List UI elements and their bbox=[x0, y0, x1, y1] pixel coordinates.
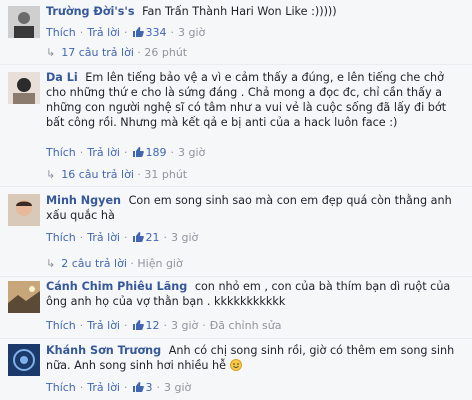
comment-time[interactable]: 3 giờ bbox=[164, 381, 191, 394]
divider bbox=[0, 186, 472, 187]
like-link[interactable]: Thích bbox=[46, 26, 76, 39]
thumbs-up-icon bbox=[132, 146, 144, 161]
divider bbox=[0, 64, 472, 65]
view-replies[interactable]: ↳ 17 câu trả lời · 26 phút bbox=[46, 46, 187, 59]
edited-label[interactable]: Đã chỉnh sửa bbox=[210, 319, 282, 332]
comment-time[interactable]: 3 giờ bbox=[171, 319, 198, 332]
like-count[interactable]: 3 bbox=[146, 381, 153, 394]
comment-actions: Thích · Trả lời · 12 · 3 giờ · Đã chỉnh sửa bbox=[46, 319, 282, 334]
reply-link[interactable]: Trả lời bbox=[87, 146, 120, 159]
avatar[interactable] bbox=[8, 6, 40, 38]
comment-actions: Thích · Trả lời · 334 · 3 giờ bbox=[46, 26, 206, 41]
comment-actions: Thích · Trả lời · 21 · 3 giờ bbox=[46, 231, 199, 246]
like-link[interactable]: Thích bbox=[46, 231, 76, 244]
comment-text: Fan Trấn Thành Hari Won Like :))))) bbox=[142, 5, 337, 18]
reply-link[interactable]: Trả lời bbox=[87, 231, 120, 244]
comment-time[interactable]: 3 giờ bbox=[178, 146, 205, 159]
reply-count[interactable]: 17 câu trả lời bbox=[61, 46, 134, 59]
smiley-icon bbox=[229, 359, 242, 375]
reply-time: 31 phút bbox=[144, 168, 188, 181]
thumbs-up-icon bbox=[132, 319, 144, 334]
comment-actions: Thích · Trả lời · 189 · 3 giờ bbox=[46, 146, 206, 161]
reply-link[interactable]: Trả lời bbox=[87, 319, 120, 332]
comment-time[interactable]: 3 giờ bbox=[171, 231, 198, 244]
commenter-name[interactable]: Khánh Sơn Trương bbox=[46, 344, 161, 357]
reply-count[interactable]: 2 câu trả lời bbox=[61, 257, 127, 270]
reply-arrow-icon: ↳ bbox=[46, 46, 56, 59]
view-replies[interactable]: ↳ 2 câu trả lời · Hiện giờ bbox=[46, 257, 183, 270]
avatar[interactable] bbox=[8, 281, 40, 313]
reply-time: Hiện giờ bbox=[137, 257, 183, 270]
thumbs-up-icon bbox=[132, 26, 144, 41]
comment-actions: Thích · Trả lời · 3 · 3 giờ bbox=[46, 381, 192, 396]
like-link[interactable]: Thích bbox=[46, 146, 76, 159]
commenter-name[interactable]: Minh Ngyen bbox=[46, 194, 121, 207]
divider bbox=[0, 338, 472, 339]
like-count[interactable]: 189 bbox=[146, 146, 167, 159]
divider bbox=[0, 276, 472, 277]
view-replies[interactable]: ↳ 16 câu trả lời · 31 phút bbox=[46, 168, 187, 181]
reply-link[interactable]: Trả lời bbox=[87, 26, 120, 39]
reply-link[interactable]: Trả lời bbox=[87, 381, 120, 394]
reply-arrow-icon: ↳ bbox=[46, 257, 56, 270]
reply-arrow-icon: ↳ bbox=[46, 168, 56, 181]
like-count[interactable]: 21 bbox=[146, 231, 160, 244]
avatar[interactable] bbox=[8, 344, 40, 376]
comment-text: Em lên tiếng bảo vệ a vì e cảm thấy a đú… bbox=[46, 71, 447, 129]
like-link[interactable]: Thích bbox=[46, 381, 76, 394]
reply-time: 26 phút bbox=[144, 46, 188, 59]
thumbs-up-icon bbox=[132, 231, 144, 246]
like-link[interactable]: Thích bbox=[46, 319, 76, 332]
like-count[interactable]: 12 bbox=[146, 319, 160, 332]
commenter-name[interactable]: Trường Đời's's bbox=[46, 5, 135, 18]
thumbs-up-icon bbox=[132, 381, 144, 396]
reply-count[interactable]: 16 câu trả lời bbox=[61, 168, 134, 181]
comment-time[interactable]: 3 giờ bbox=[178, 26, 205, 39]
avatar[interactable] bbox=[8, 72, 40, 104]
avatar[interactable] bbox=[8, 194, 40, 226]
commenter-name[interactable]: Cánh Chim Phiêu Lãng bbox=[46, 280, 187, 293]
commenter-name[interactable]: Da Li bbox=[46, 71, 78, 84]
like-count[interactable]: 334 bbox=[146, 26, 167, 39]
